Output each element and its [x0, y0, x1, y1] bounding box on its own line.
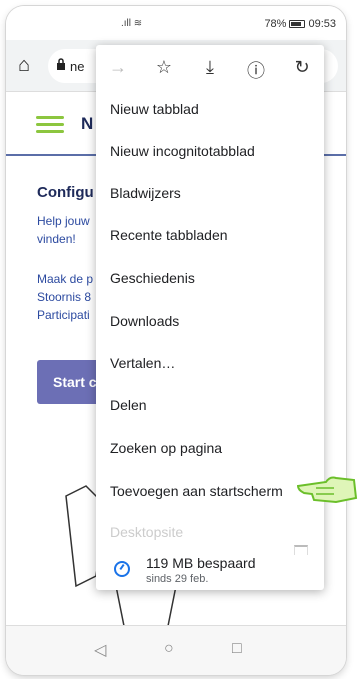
menu-item-translate[interactable]: Vertalen…: [110, 355, 175, 371]
status-bar: .ıll ≋ 78% 09:53: [6, 6, 346, 40]
lock-icon: [57, 58, 65, 70]
browser-overflow-menu: → ☆ ⤓ ⓘ ↻ Nieuw tabblad Nieuw incognitot…: [96, 45, 324, 590]
page-text-line[interactable]: Participati: [37, 306, 90, 324]
menu-item-downloads[interactable]: Downloads: [110, 313, 179, 329]
menu-item-share[interactable]: Delen: [110, 397, 147, 413]
savings-subtitle: sinds 29 feb.: [146, 573, 209, 585]
home-icon[interactable]: ⌂: [18, 54, 30, 77]
android-navigation-bar: ◁ ○ □: [6, 625, 346, 675]
savings-title: 119 MB bespaard: [146, 555, 256, 571]
hamburger-menu-icon[interactable]: [36, 116, 64, 134]
download-icon[interactable]: ⤓: [200, 57, 220, 78]
forward-icon[interactable]: →: [108, 57, 128, 78]
signal-wifi-icon: .ıll ≋: [121, 18, 143, 29]
desktop-site-checkbox[interactable]: [294, 545, 308, 555]
battery-percentage: 78%: [264, 18, 287, 30]
menu-item-new-incognito-tab[interactable]: Nieuw incognitotabblad: [110, 143, 255, 159]
page-text-line[interactable]: Stoornis 8: [37, 288, 91, 306]
menu-item-find-in-page[interactable]: Zoeken op pagina: [110, 440, 222, 456]
battery-icon: [289, 20, 306, 28]
gauge-icon: [114, 561, 130, 577]
menu-item-desktop-site[interactable]: Desktopsite: [110, 524, 183, 540]
star-icon[interactable]: ☆: [154, 57, 174, 78]
page-text-line[interactable]: Maak de p: [37, 270, 93, 288]
menu-icon-row: → ☆ ⤓ ⓘ ↻: [96, 45, 324, 91]
info-icon[interactable]: ⓘ: [246, 57, 266, 83]
menu-item-history[interactable]: Geschiedenis: [110, 270, 195, 286]
page-heading: Configu: [37, 184, 94, 201]
nav-home-icon[interactable]: ○: [164, 640, 174, 658]
page-text-line[interactable]: vinden!: [37, 230, 76, 248]
menu-item-recent-tabs[interactable]: Recente tabbladen: [110, 227, 228, 243]
pointing-hand-icon: [296, 476, 358, 504]
url-text: ne: [70, 59, 85, 74]
menu-item-bookmarks[interactable]: Bladwijzers: [110, 185, 181, 201]
nav-back-icon[interactable]: ◁: [94, 640, 106, 660]
nav-recents-icon[interactable]: □: [232, 640, 242, 658]
page-text-line[interactable]: Help jouw: [37, 212, 90, 230]
clock: 09:53: [308, 18, 336, 30]
menu-item-add-to-home-screen[interactable]: Toevoegen aan startscherm: [110, 483, 283, 499]
site-brand[interactable]: N: [81, 114, 93, 134]
data-savings-row[interactable]: 119 MB bespaard sinds 29 feb.: [96, 555, 324, 590]
refresh-icon[interactable]: ↻: [292, 57, 312, 78]
menu-item-new-tab[interactable]: Nieuw tabblad: [110, 101, 199, 117]
status-right: 78% 09:53: [264, 18, 336, 30]
